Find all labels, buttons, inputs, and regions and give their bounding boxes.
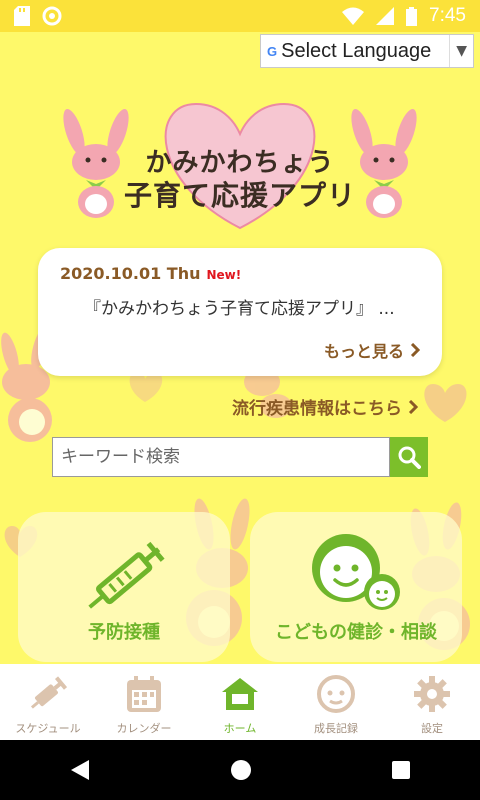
chevron-right-icon [408,399,418,414]
new-badge: New! [206,268,242,282]
rabbit-icon [351,109,417,218]
language-select-label: Select Language [281,39,432,62]
search-button[interactable] [390,437,428,477]
rabbit-icon [63,109,129,218]
news-title[interactable]: 『かみかわちょう子育て応援アプリ』 ... [84,294,424,319]
sd-card-icon [14,6,30,26]
home-screen: G Select Language ▼ かみかわちょう 子育て応援アプリ 202… [0,32,480,664]
checkup-label: こどもの健診・相談 [275,622,437,643]
nav-growth[interactable]: 成長記録 [288,664,384,740]
nav-calendar[interactable]: カレンダー [96,664,192,740]
app-logo-line2: 子育て応援アプリ [124,179,357,212]
google-logo-icon: G [267,43,278,59]
battery-icon [406,6,418,26]
language-select[interactable]: G Select Language ▼ [260,34,474,68]
circle-icon [42,6,62,26]
gear-icon [414,676,450,712]
search-icon [398,446,421,469]
nav-schedule-label: スケジュール [15,722,81,735]
recents-icon[interactable] [391,760,411,780]
search-bar [52,437,428,477]
checkup-tile[interactable]: こどもの健診・相談 [250,512,462,662]
heart-icon [424,384,467,422]
nav-schedule[interactable]: スケジュール [0,664,96,740]
status-bar: 7:45 [0,0,480,32]
dropdown-arrow-icon[interactable]: ▼ [449,35,473,67]
nav-home-label: ホーム [223,722,257,735]
nav-home[interactable]: ホーム [192,664,288,740]
disease-info-link[interactable]: 流行疾患情報はこちら [232,394,418,419]
calendar-icon [127,676,161,712]
nav-settings[interactable]: 設定 [384,664,480,740]
signal-icon [376,7,395,25]
news-date: 2020.10.01 Thu [60,264,201,283]
syringe-icon [88,541,165,609]
more-link[interactable]: もっと見る [324,338,420,362]
back-icon[interactable] [69,758,91,782]
nav-calendar-label: カレンダー [116,722,172,735]
child-faces-icon [312,534,400,610]
vaccination-tile[interactable]: 予防接種 [18,512,230,662]
bottom-navigation: スケジュール カレンダー ホーム 成長記録 設定 [0,664,480,740]
clock: 7:45 [429,5,466,26]
news-date-row: 2020.10.01 Thu New! [60,264,241,283]
wifi-icon [342,7,365,25]
home-icon [222,678,258,710]
vaccination-label: 予防接種 [88,622,160,643]
baby-face-icon [317,675,355,713]
syringe-icon [30,676,68,709]
system-navigation-bar [0,740,480,800]
search-input[interactable] [52,437,390,477]
nav-settings-label: 設定 [421,722,443,735]
chevron-right-icon [410,343,420,357]
heart-icon [129,372,163,402]
news-card[interactable]: 2020.10.01 Thu New! 『かみかわちょう子育て応援アプリ』 ...… [38,248,442,376]
nav-growth-label: 成長記録 [314,722,358,735]
disease-info-label: 流行疾患情報はこちら [232,399,402,419]
more-link-label: もっと見る [323,342,404,361]
home-circle-icon[interactable] [229,758,253,782]
